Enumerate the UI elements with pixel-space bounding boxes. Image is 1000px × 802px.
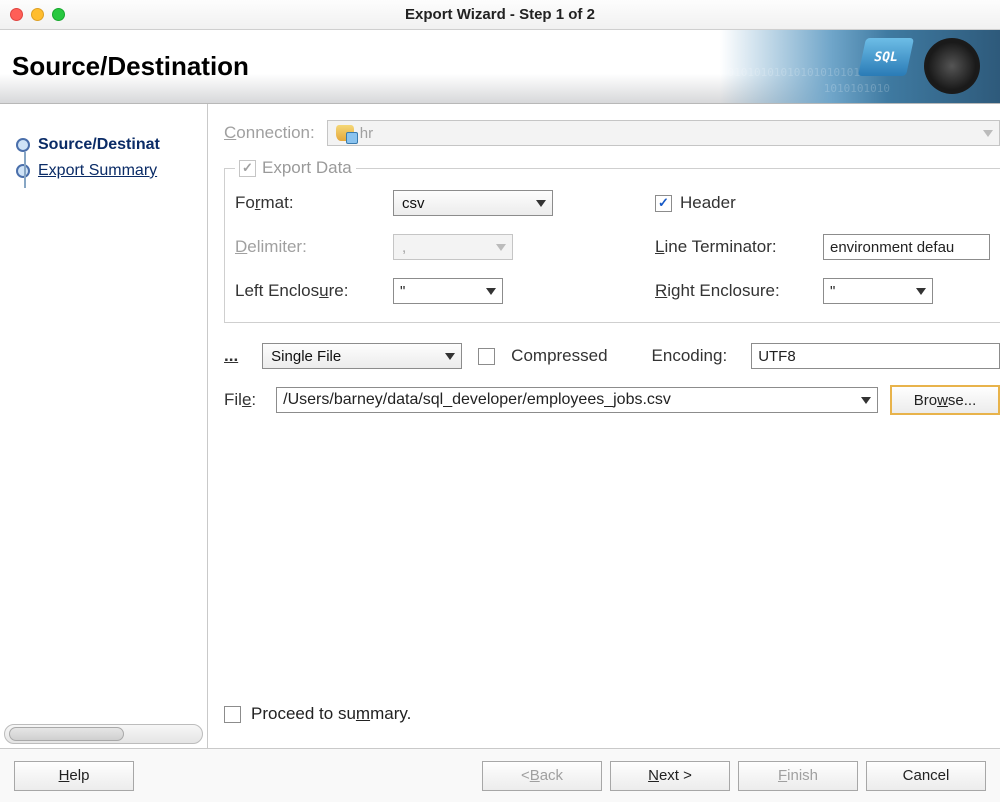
connection-label: Connection:	[224, 123, 315, 143]
right-enclosure-combo[interactable]: "	[823, 278, 933, 304]
line-terminator-value: environment defau	[830, 239, 983, 256]
connection-value: hr	[360, 125, 373, 142]
delimiter-dropdown[interactable]: ,	[393, 234, 513, 260]
next-button[interactable]: Next >	[610, 761, 730, 791]
page-title: Source/Destination	[12, 51, 249, 82]
delimiter-value: ,	[402, 239, 406, 256]
step-export-summary[interactable]: Export Summary	[0, 158, 207, 184]
delimiter-label: Delimiter:	[235, 237, 385, 257]
save-as-label: ...	[224, 346, 238, 366]
scrollbar-thumb[interactable]	[9, 727, 124, 741]
chevron-down-icon	[486, 288, 496, 295]
database-icon	[336, 125, 354, 141]
left-enclosure-combo[interactable]: "	[393, 278, 503, 304]
main-panel: Connection: hr ✓ Export Data Format: csv	[208, 104, 1000, 748]
connection-dropdown[interactable]: hr	[327, 120, 1000, 146]
step-label: Source/Destinat	[38, 136, 160, 154]
wizard-banner: Source/Destination 01010101010101010101 …	[0, 30, 1000, 104]
format-value: csv	[402, 195, 425, 212]
step-label: Export Summary	[38, 162, 157, 180]
header-label: Header	[680, 193, 830, 213]
right-enclosure-value: "	[830, 283, 908, 300]
cancel-button[interactable]: Cancel	[866, 761, 986, 791]
help-button[interactable]: Help	[14, 761, 134, 791]
window-titlebar: Export Wizard - Step 1 of 2	[0, 0, 1000, 30]
proceed-to-summary-checkbox[interactable]: ✓	[224, 706, 241, 723]
banner-artwork: 01010101010101010101 1010101010 SQL	[720, 30, 1000, 103]
sql-logo-icon: SQL	[858, 38, 914, 76]
encoding-label: Encoding:	[652, 346, 728, 366]
file-mode-value: Single File	[271, 348, 341, 365]
disk-reel-icon	[924, 38, 980, 94]
encoding-dropdown[interactable]: UTF8	[751, 343, 1000, 369]
chevron-down-icon	[496, 244, 506, 251]
encoding-value: UTF8	[758, 348, 993, 365]
line-terminator-label: Line Terminator:	[655, 237, 815, 257]
export-data-group: ✓ Export Data Format: csv ✓ Header Delim…	[224, 158, 1000, 323]
chevron-down-icon	[445, 353, 455, 360]
right-enclosure-label: Right Enclosure:	[655, 281, 815, 301]
compressed-label: Compressed	[511, 346, 607, 366]
compressed-checkbox[interactable]: ✓	[478, 348, 495, 365]
file-label: File:	[224, 390, 256, 410]
window-title: Export Wizard - Step 1 of 2	[0, 6, 1000, 23]
step-source-destination[interactable]: Source/Destinat	[0, 132, 207, 158]
format-dropdown[interactable]: csv	[393, 190, 553, 216]
chevron-down-icon	[983, 130, 993, 137]
left-enclosure-label: Left Enclosure:	[235, 281, 385, 301]
step-bullet-icon	[16, 164, 30, 178]
file-path-value: /Users/barney/data/sql_developer/employe…	[283, 391, 853, 409]
chevron-down-icon	[861, 397, 871, 404]
chevron-down-icon	[536, 200, 546, 207]
chevron-down-icon	[916, 288, 926, 295]
browse-button[interactable]: Browse...	[890, 385, 1000, 415]
file-mode-dropdown[interactable]: Single File	[262, 343, 462, 369]
browse-label: Browse...	[914, 392, 977, 409]
file-path-field[interactable]: /Users/barney/data/sql_developer/employe…	[276, 387, 878, 413]
wizard-footer: Help < Back Next > Finish Cancel	[0, 748, 1000, 802]
left-enclosure-value: "	[400, 283, 478, 300]
back-button[interactable]: < Back	[482, 761, 602, 791]
format-label: Format:	[235, 193, 385, 213]
header-checkbox[interactable]: ✓	[655, 195, 672, 212]
wizard-steps-sidebar: Source/Destinat Export Summary	[0, 104, 208, 748]
export-data-label: Export Data	[262, 158, 352, 178]
sidebar-horizontal-scrollbar[interactable]	[4, 724, 203, 744]
step-bullet-icon	[16, 138, 30, 152]
line-terminator-dropdown[interactable]: environment defau	[823, 234, 990, 260]
proceed-to-summary-label: Proceed to summary.	[251, 704, 411, 724]
finish-button[interactable]: Finish	[738, 761, 858, 791]
export-data-checkbox[interactable]: ✓	[239, 160, 256, 177]
